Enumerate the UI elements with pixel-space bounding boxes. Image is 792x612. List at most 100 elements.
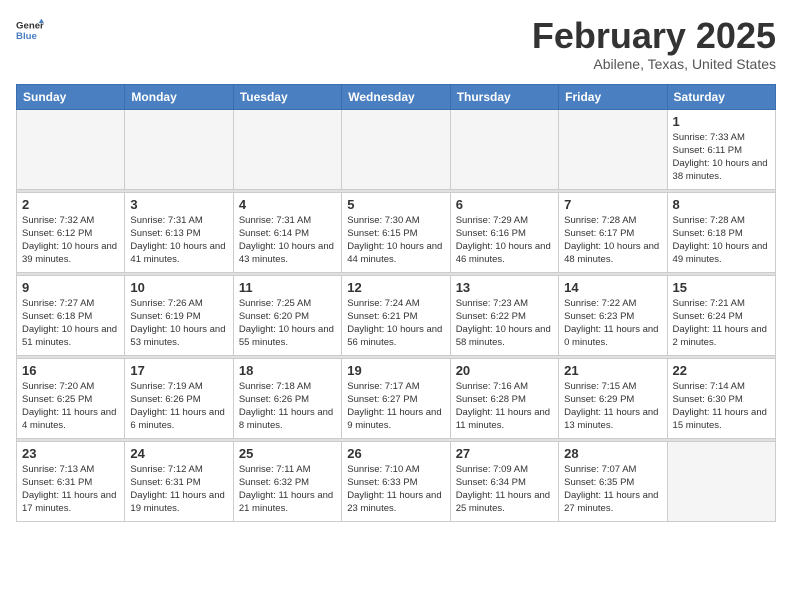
calendar-cell: 23 Sunrise: 7:13 AM Sunset: 6:31 PM Dayli…	[17, 441, 125, 521]
day-info: Sunrise: 7:33 AM Sunset: 6:11 PM Dayligh…	[673, 131, 770, 184]
day-number: 5	[347, 197, 444, 212]
day-number: 25	[239, 446, 336, 461]
calendar-cell: 12Sunrise: 7:24 AM Sunset: 6:21 PM Dayli…	[342, 275, 450, 355]
day-info: Sunrise: 7:23 AM Sunset: 6:22 PM Dayligh…	[456, 297, 553, 350]
day-number: 21	[564, 363, 661, 378]
day-info: Sunrise: 7:32 AM Sunset: 6:12 PM Dayligh…	[22, 214, 119, 267]
calendar-cell: 8Sunrise: 7:28 AM Sunset: 6:18 PM Daylig…	[667, 192, 775, 272]
calendar-week-row: 1Sunrise: 7:33 AM Sunset: 6:11 PM Daylig…	[17, 109, 776, 189]
day-info: Sunrise: 7:13 AM Sunset: 6:31 PM Dayligh…	[22, 463, 119, 516]
title-area: February 2025 Abilene, Texas, United Sta…	[532, 16, 776, 72]
day-number: 14	[564, 280, 661, 295]
calendar-cell: 21 Sunrise: 7:15 AM Sunset: 6:29 PM Dayli…	[559, 358, 667, 438]
day-info: Sunrise: 7:15 AM Sunset: 6:29 PM Dayligh…	[564, 380, 661, 433]
day-info: Sunrise: 7:24 AM Sunset: 6:21 PM Dayligh…	[347, 297, 444, 350]
day-number: 10	[130, 280, 227, 295]
day-info: Sunrise: 7:28 AM Sunset: 6:17 PM Dayligh…	[564, 214, 661, 267]
calendar-cell	[559, 109, 667, 189]
day-info: Sunrise: 7:09 AM Sunset: 6:34 PM Dayligh…	[456, 463, 553, 516]
calendar-week-row: 23 Sunrise: 7:13 AM Sunset: 6:31 PM Dayli…	[17, 441, 776, 521]
day-number: 28	[564, 446, 661, 461]
logo: General Blue	[16, 16, 44, 44]
calendar-cell	[342, 109, 450, 189]
svg-text:Blue: Blue	[16, 31, 37, 42]
day-info: Sunrise: 7:27 AM Sunset: 6:18 PM Dayligh…	[22, 297, 119, 350]
column-header-thursday: Thursday	[450, 84, 558, 109]
calendar-cell: 13 Sunrise: 7:23 AM Sunset: 6:22 PM Dayli…	[450, 275, 558, 355]
day-number: 17	[130, 363, 227, 378]
day-number: 20	[456, 363, 553, 378]
location-title: Abilene, Texas, United States	[532, 56, 776, 72]
day-number: 26	[347, 446, 444, 461]
day-number: 24	[130, 446, 227, 461]
logo-icon: General Blue	[16, 16, 44, 44]
day-info: Sunrise: 7:19 AM Sunset: 6:26 PM Dayligh…	[130, 380, 227, 433]
calendar-cell	[17, 109, 125, 189]
day-number: 16	[22, 363, 119, 378]
day-info: Sunrise: 7:25 AM Sunset: 6:20 PM Dayligh…	[239, 297, 336, 350]
day-info: Sunrise: 7:22 AM Sunset: 6:23 PM Dayligh…	[564, 297, 661, 350]
day-number: 18	[239, 363, 336, 378]
day-info: Sunrise: 7:21 AM Sunset: 6:24 PM Dayligh…	[673, 297, 770, 350]
day-info: Sunrise: 7:07 AM Sunset: 6:35 PM Dayligh…	[564, 463, 661, 516]
day-number: 2	[22, 197, 119, 212]
day-number: 15	[673, 280, 770, 295]
calendar-cell: 25 Sunrise: 7:11 AM Sunset: 6:32 PM Dayli…	[233, 441, 341, 521]
calendar-cell: 28 Sunrise: 7:07 AM Sunset: 6:35 PM Dayli…	[559, 441, 667, 521]
day-number: 27	[456, 446, 553, 461]
day-number: 23	[22, 446, 119, 461]
day-number: 9	[22, 280, 119, 295]
calendar-cell: 5Sunrise: 7:30 AM Sunset: 6:15 PM Daylig…	[342, 192, 450, 272]
column-header-sunday: Sunday	[17, 84, 125, 109]
day-number: 19	[347, 363, 444, 378]
calendar-cell: 2 Sunrise: 7:32 AM Sunset: 6:12 PM Daylig…	[17, 192, 125, 272]
calendar-cell: 19 Sunrise: 7:17 AM Sunset: 6:27 PM Dayli…	[342, 358, 450, 438]
calendar-cell: 16 Sunrise: 7:20 AM Sunset: 6:25 PM Dayli…	[17, 358, 125, 438]
day-number: 11	[239, 280, 336, 295]
column-header-tuesday: Tuesday	[233, 84, 341, 109]
day-number: 13	[456, 280, 553, 295]
calendar-week-row: 16 Sunrise: 7:20 AM Sunset: 6:25 PM Dayli…	[17, 358, 776, 438]
calendar-cell	[450, 109, 558, 189]
day-info: Sunrise: 7:20 AM Sunset: 6:25 PM Dayligh…	[22, 380, 119, 433]
day-info: Sunrise: 7:10 AM Sunset: 6:33 PM Dayligh…	[347, 463, 444, 516]
calendar-cell: 20 Sunrise: 7:16 AM Sunset: 6:28 PM Dayli…	[450, 358, 558, 438]
calendar-cell	[125, 109, 233, 189]
day-info: Sunrise: 7:28 AM Sunset: 6:18 PM Dayligh…	[673, 214, 770, 267]
column-header-friday: Friday	[559, 84, 667, 109]
calendar-cell: 14 Sunrise: 7:22 AM Sunset: 6:23 PM Dayli…	[559, 275, 667, 355]
calendar-cell: 18 Sunrise: 7:18 AM Sunset: 6:26 PM Dayli…	[233, 358, 341, 438]
calendar-cell: 10 Sunrise: 7:26 AM Sunset: 6:19 PM Dayli…	[125, 275, 233, 355]
day-number: 6	[456, 197, 553, 212]
page-header: General Blue February 2025 Abilene, Texa…	[16, 16, 776, 72]
calendar-cell: 26 Sunrise: 7:10 AM Sunset: 6:33 PM Dayli…	[342, 441, 450, 521]
calendar-cell: 17 Sunrise: 7:19 AM Sunset: 6:26 PM Dayli…	[125, 358, 233, 438]
calendar-week-row: 9 Sunrise: 7:27 AM Sunset: 6:18 PM Daylig…	[17, 275, 776, 355]
day-number: 4	[239, 197, 336, 212]
day-number: 3	[130, 197, 227, 212]
calendar-table: SundayMondayTuesdayWednesdayThursdayFrid…	[16, 84, 776, 522]
calendar-cell: 24 Sunrise: 7:12 AM Sunset: 6:31 PM Dayli…	[125, 441, 233, 521]
day-info: Sunrise: 7:11 AM Sunset: 6:32 PM Dayligh…	[239, 463, 336, 516]
month-title: February 2025	[532, 16, 776, 56]
calendar-cell: 3Sunrise: 7:31 AM Sunset: 6:13 PM Daylig…	[125, 192, 233, 272]
day-info: Sunrise: 7:12 AM Sunset: 6:31 PM Dayligh…	[130, 463, 227, 516]
calendar-cell	[667, 441, 775, 521]
calendar-cell	[233, 109, 341, 189]
calendar-header-row: SundayMondayTuesdayWednesdayThursdayFrid…	[17, 84, 776, 109]
day-info: Sunrise: 7:18 AM Sunset: 6:26 PM Dayligh…	[239, 380, 336, 433]
column-header-saturday: Saturday	[667, 84, 775, 109]
day-info: Sunrise: 7:16 AM Sunset: 6:28 PM Dayligh…	[456, 380, 553, 433]
day-info: Sunrise: 7:14 AM Sunset: 6:30 PM Dayligh…	[673, 380, 770, 433]
day-number: 22	[673, 363, 770, 378]
day-info: Sunrise: 7:31 AM Sunset: 6:14 PM Dayligh…	[239, 214, 336, 267]
column-header-wednesday: Wednesday	[342, 84, 450, 109]
calendar-week-row: 2 Sunrise: 7:32 AM Sunset: 6:12 PM Daylig…	[17, 192, 776, 272]
calendar-cell: 11 Sunrise: 7:25 AM Sunset: 6:20 PM Dayli…	[233, 275, 341, 355]
calendar-cell: 22 Sunrise: 7:14 AM Sunset: 6:30 PM Dayli…	[667, 358, 775, 438]
calendar-cell: 4 Sunrise: 7:31 AM Sunset: 6:14 PM Daylig…	[233, 192, 341, 272]
day-info: Sunrise: 7:29 AM Sunset: 6:16 PM Dayligh…	[456, 214, 553, 267]
calendar-cell: 6 Sunrise: 7:29 AM Sunset: 6:16 PM Daylig…	[450, 192, 558, 272]
day-info: Sunrise: 7:17 AM Sunset: 6:27 PM Dayligh…	[347, 380, 444, 433]
day-info: Sunrise: 7:26 AM Sunset: 6:19 PM Dayligh…	[130, 297, 227, 350]
